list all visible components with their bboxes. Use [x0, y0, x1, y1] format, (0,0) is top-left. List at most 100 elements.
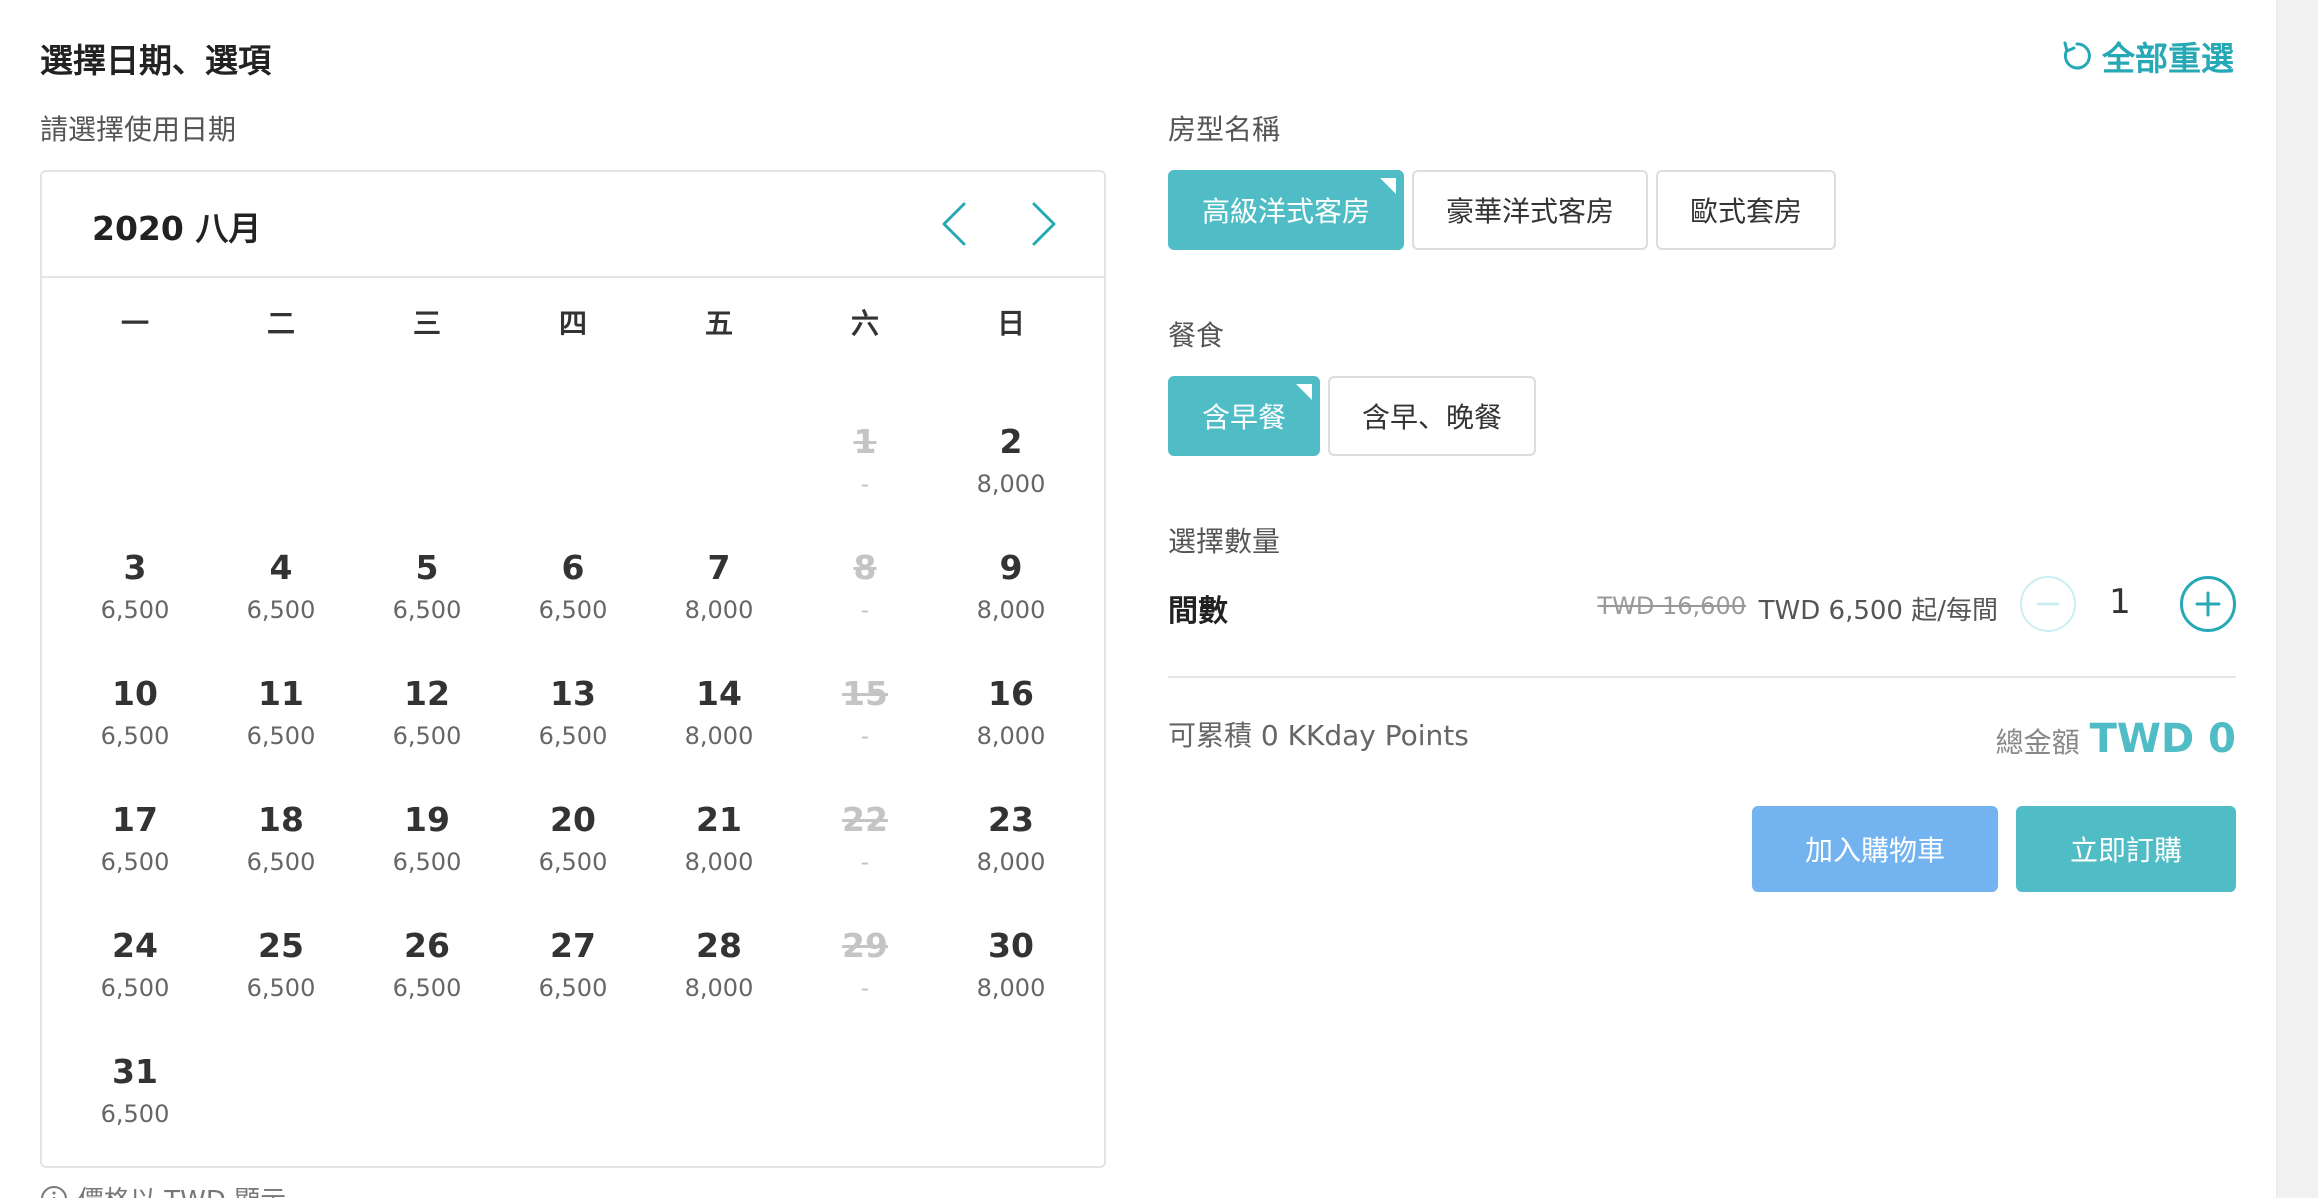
day-number: 23	[988, 800, 1034, 839]
chevron-left-icon	[942, 202, 966, 246]
day-number: 24	[112, 926, 158, 965]
total-label: 總金額	[1995, 726, 2080, 759]
day-price: 6,500	[538, 974, 608, 1002]
calendar-day[interactable]: 17 6,500	[62, 798, 208, 924]
calendar-day[interactable]: 20 6,500	[500, 798, 646, 924]
refresh-icon	[2063, 41, 2091, 70]
calendar-day[interactable]: 4 6,500	[208, 546, 354, 672]
total-value: TWD 0	[2089, 716, 2236, 762]
day-number: 14	[696, 674, 742, 713]
calendar-day[interactable]: 31 6,500	[62, 1050, 208, 1176]
day-number: 8	[853, 548, 877, 587]
calendar-day[interactable]: 10 6,500	[62, 672, 208, 798]
calendar-day[interactable]: 27 6,500	[500, 924, 646, 1050]
quantity-row: 間數 TWD 16,600 TWD 6,500 起/每間 1	[1168, 576, 2236, 636]
weekday-label: 日	[996, 307, 1025, 340]
day-price: 8,000	[976, 470, 1046, 498]
day-price: 6,500	[246, 596, 316, 624]
reset-all-button[interactable]: 全部重選	[2060, 34, 2234, 78]
calendar-day[interactable]: 16 8,000	[938, 672, 1084, 798]
calendar-day[interactable]: 5 6,500	[354, 546, 500, 672]
day-number: 20	[550, 800, 596, 839]
calendar-day[interactable]: 19 6,500	[354, 798, 500, 924]
price-currency-note: 價格以 TWD 顯示	[40, 1180, 286, 1198]
calendar-day[interactable]: 2 8,000	[938, 420, 1084, 546]
quantity-value: 1	[2109, 582, 2131, 622]
day-price: 8,000	[684, 848, 754, 876]
calendar-days: 1-2 8,000 3 6,500 4 6,500 5 6,500 6 6,500 7 8,000 8-…	[42, 420, 1104, 1176]
day-price: 6,500	[100, 1100, 170, 1128]
day-price: 6,500	[392, 596, 462, 624]
room-type-options: 高級洋式客房 豪華洋式客房 歐式套房	[1168, 170, 1837, 250]
calendar-empty-cell	[208, 420, 354, 546]
day-price: 6,500	[100, 974, 170, 1002]
month-title: 2020 八月	[92, 209, 262, 248]
day-number: 22	[842, 800, 888, 839]
calendar-day[interactable]: 7 8,000	[646, 546, 792, 672]
calendar-day[interactable]: 18 6,500	[208, 798, 354, 924]
day-price: 8,000	[684, 722, 754, 750]
calendar-day[interactable]: 14 8,000	[646, 672, 792, 798]
increase-quantity-button[interactable]	[2180, 576, 2236, 632]
total-amount: 總金額 TWD 0	[1996, 716, 2236, 762]
decrease-quantity-button[interactable]	[2020, 576, 2076, 632]
day-price: 6,500	[538, 848, 608, 876]
points-info: 可累積 0 KKday Points	[1168, 719, 1469, 752]
calendar-day[interactable]: 11 6,500	[208, 672, 354, 798]
meal-option[interactable]: 含早、晚餐	[1328, 376, 1537, 456]
chevron-right-icon	[1032, 202, 1056, 246]
price-currency-note-text: 價格以 TWD 顯示	[78, 1180, 286, 1198]
day-price: -	[860, 848, 870, 876]
day-number: 16	[988, 674, 1034, 713]
next-month-button[interactable]	[1018, 198, 1070, 250]
weekday-label: 三	[412, 307, 441, 340]
calendar-day[interactable]: 26 6,500	[354, 924, 500, 1050]
day-price: 6,500	[392, 722, 462, 750]
calendar-day: 1-	[792, 420, 938, 546]
day-number: 31	[112, 1052, 158, 1091]
day-price: 8,000	[684, 596, 754, 624]
room-type-option[interactable]: 高級洋式客房	[1168, 170, 1405, 250]
day-price: 8,000	[684, 974, 754, 1002]
calendar-header: 2020 八月	[42, 172, 1104, 278]
add-to-cart-button[interactable]: 加入購物車	[1752, 806, 1998, 892]
calendar-day[interactable]: 25 6,500	[208, 924, 354, 1050]
calendar-day[interactable]: 12 6,500	[354, 672, 500, 798]
room-type-option[interactable]: 豪華洋式客房	[1412, 170, 1649, 250]
calendar-day[interactable]: 30 8,000	[938, 924, 1084, 1050]
section-title: 選擇日期、選項	[40, 41, 271, 80]
day-number: 9	[999, 548, 1023, 587]
day-number: 1	[853, 422, 877, 461]
weekday-label: 一	[120, 307, 149, 340]
quantity-unit-name: 間數	[1168, 594, 1228, 629]
meal-options: 含早餐 含早、晚餐	[1168, 376, 1537, 456]
weekday-header: 一二三四五六日	[42, 302, 1104, 352]
day-number: 27	[550, 926, 596, 965]
scrollbar[interactable]	[2276, 0, 2318, 1198]
calendar-day[interactable]: 23 8,000	[938, 798, 1084, 924]
calendar-day: 29 -	[792, 924, 938, 1050]
meal-option[interactable]: 含早餐	[1168, 376, 1321, 456]
day-number: 2	[999, 422, 1023, 461]
calendar-day[interactable]: 6 6,500	[500, 546, 646, 672]
quantity-label: 選擇數量	[1168, 525, 1281, 558]
calendar-day: 15 -	[792, 672, 938, 798]
day-number: 18	[258, 800, 304, 839]
calendar-day[interactable]: 21 8,000	[646, 798, 792, 924]
day-price: -	[860, 470, 870, 498]
calendar: 2020 八月 一二三四五六日 1-2 8,000 3 6,500 4 6,500 5 6,5…	[40, 170, 1106, 1168]
calendar-empty-cell	[62, 420, 208, 546]
day-price: 8,000	[976, 848, 1046, 876]
unit-price: TWD 6,500 起/每間	[1758, 596, 1998, 626]
day-number: 29	[842, 926, 888, 965]
prev-month-button[interactable]	[928, 198, 980, 250]
calendar-day[interactable]: 24 6,500	[62, 924, 208, 1050]
room-type-option[interactable]: 歐式套房	[1656, 170, 1837, 250]
calendar-day[interactable]: 9 8,000	[938, 546, 1084, 672]
day-price: 6,500	[246, 722, 316, 750]
calendar-day[interactable]: 13 6,500	[500, 672, 646, 798]
day-price: -	[860, 596, 870, 624]
calendar-day[interactable]: 28 8,000	[646, 924, 792, 1050]
calendar-day[interactable]: 3 6,500	[62, 546, 208, 672]
book-now-button[interactable]: 立即訂購	[2016, 806, 2236, 892]
